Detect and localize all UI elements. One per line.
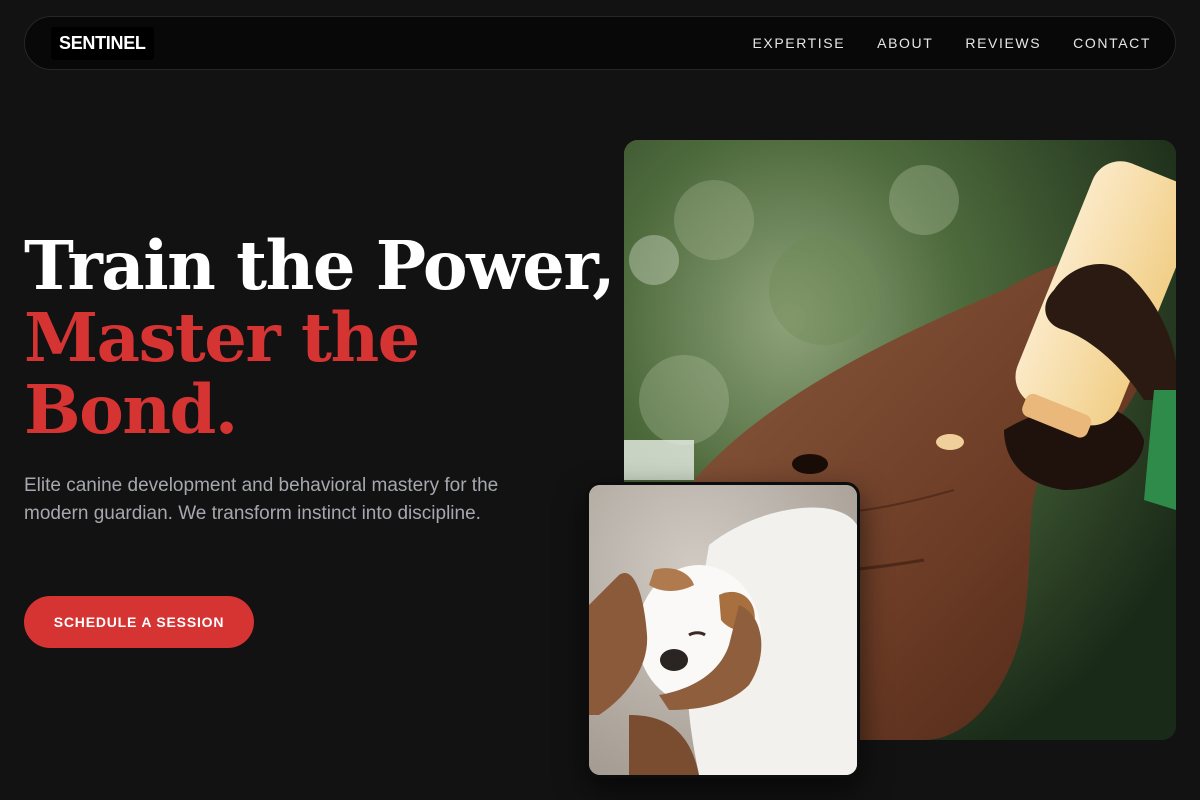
nav-link-reviews[interactable]: REVIEWS [965, 35, 1041, 51]
nav-links: EXPERTISE ABOUT REVIEWS CONTACT [752, 35, 1151, 51]
nav-link-contact[interactable]: CONTACT [1073, 35, 1151, 51]
headline-line-3: Bond. [24, 370, 238, 449]
headline-line-1: Train the Power, [24, 226, 616, 305]
hero-subtext: Elite canine development and behavioral … [24, 475, 499, 524]
top-navigation: SENTINEL EXPERTISE ABOUT REVIEWS CONTACT [24, 16, 1176, 70]
nav-link-about[interactable]: ABOUT [877, 35, 933, 51]
nav-link-expertise[interactable]: EXPERTISE [752, 35, 845, 51]
headline-line-2: Master the [24, 298, 420, 377]
hero-headline: Train the Power, Master the Bond. [24, 226, 616, 449]
schedule-session-button[interactable]: SCHEDULE A SESSION [24, 596, 254, 648]
brand-logo[interactable]: SENTINEL [51, 26, 154, 60]
page: SENTINEL EXPERTISE ABOUT REVIEWS CONTACT… [0, 0, 1200, 800]
hero-image-puppy [586, 482, 860, 778]
puppy-illustration [589, 485, 857, 775]
